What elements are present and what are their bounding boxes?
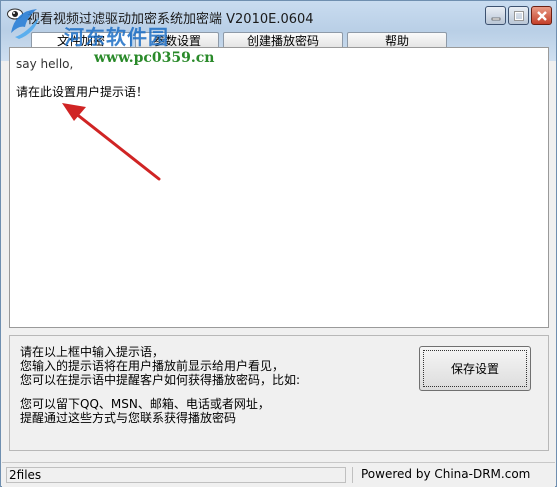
close-icon [537, 11, 547, 21]
watermark-logo-icon [11, 9, 39, 39]
status-file-count: 2files [6, 467, 346, 483]
prompt-line-2: 请在此设置用户提示语！ [16, 85, 149, 99]
close-button[interactable] [531, 6, 552, 25]
maximize-button[interactable] [508, 6, 529, 25]
maximize-icon [514, 11, 524, 21]
hint-line-5: 提醒通过这些方式与您联系获得播放密码 [20, 411, 237, 425]
save-settings-button[interactable]: 保存设置 [419, 346, 531, 391]
prompt-textarea[interactable]: say hello, 请在此设置用户提示语！ [9, 47, 549, 328]
hint-line-4: 您可以留下QQ、MSN、邮箱、电话或者网址， [20, 397, 270, 411]
watermark-text: 河东软件园 [64, 25, 169, 49]
tab-help[interactable]: 帮助 [347, 32, 447, 48]
tab-label: 创建播放密码 [246, 34, 319, 48]
minimize-button[interactable] [485, 6, 506, 25]
prompt-line-1: say hello, [16, 57, 74, 71]
status-bar: 2files Powered by China-DRM.com [2, 462, 555, 487]
app-window: 视看视频过滤驱动加密系统加密端 V2010E.0604 文件加密 参数设置 创建… [0, 0, 557, 487]
hint-line-3: 您可以在提示语中提醒客户如何获得播放密码，比如: [20, 373, 301, 387]
red-arrow-icon [62, 103, 161, 181]
status-powered-by: Powered by China-DRM.com [352, 467, 552, 483]
minimize-icon [491, 17, 501, 21]
tab-label: 帮助 [384, 34, 409, 48]
watermark-url: www.pc0359.cn [94, 50, 215, 66]
hint-line-1: 请在以上框中输入提示语， [20, 345, 165, 359]
hint-line-2: 您输入的提示语将在用户播放前显示给用户看见， [20, 359, 285, 373]
tab-create-play-password[interactable]: 创建播放密码 [223, 32, 343, 48]
